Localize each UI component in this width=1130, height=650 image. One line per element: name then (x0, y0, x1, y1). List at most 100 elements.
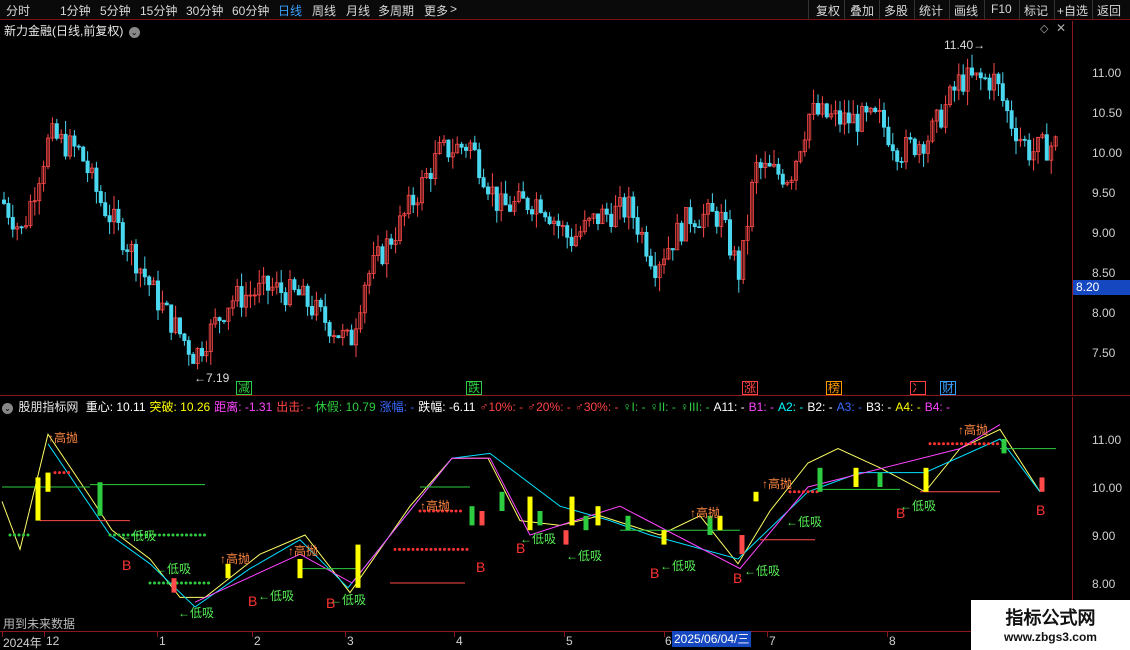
candle-body (459, 143, 464, 148)
candle-body (186, 340, 191, 355)
candle-body (736, 250, 741, 280)
candle-body (239, 286, 244, 308)
candle-body (164, 302, 169, 306)
low-buy-label: ←低吸 (786, 515, 822, 529)
ind-y-tick: 9.00 (1092, 529, 1116, 543)
future-data-note: 用到未来数据 (3, 617, 76, 631)
signal-dot (153, 581, 156, 585)
indicator-name[interactable]: 股朋指标网 (18, 400, 78, 414)
candle-body (494, 186, 499, 211)
candle-body (336, 335, 341, 339)
signal-dot (793, 490, 796, 494)
signal-dot (26, 533, 30, 537)
signal-dot (806, 490, 810, 494)
candle-body (565, 225, 570, 238)
signal-dot (973, 442, 977, 446)
candle-body (2, 199, 7, 204)
indicator-field: A2: - (777, 400, 804, 414)
indicator-bar (97, 482, 103, 516)
signal-dot (58, 471, 61, 475)
candle-body (780, 173, 785, 185)
chevron-down-icon[interactable]: ⌄ (2, 403, 13, 414)
candle-body (54, 123, 59, 139)
low-buy-label: ←低吸 (330, 593, 366, 607)
signal-dot (942, 442, 945, 446)
candle-body (169, 304, 174, 333)
signal-dot (398, 547, 401, 551)
candle-body (653, 265, 658, 279)
candle-body (120, 222, 125, 251)
low-buy-label: ←低吸 (155, 562, 191, 576)
signal-dot (157, 581, 161, 585)
signal-dot (62, 471, 66, 475)
signal-dot (184, 581, 188, 585)
signal-dot (108, 533, 112, 537)
signal-dot (113, 533, 116, 537)
indicator-field: 休假: 10.79 (314, 400, 376, 414)
indicator-field: ♀I: - (622, 400, 646, 414)
date-label: 7 (769, 634, 776, 648)
candle-body (543, 212, 548, 218)
candle-body (697, 226, 702, 229)
chart-canvas[interactable]: ↑高抛 ↑高抛 ↑高抛 ↑高抛 ↑高抛 ↑高抛 ↑高抛 ←低吸 ←低吸 ←低吸 ←低吸 ←低吸 ←低吸 ←… (0, 0, 1072, 630)
candle-body (846, 112, 851, 124)
candle-body (569, 236, 574, 246)
candle-body (604, 208, 609, 215)
date-label: 8 (889, 634, 896, 648)
signal-dot (960, 442, 963, 446)
candle-body (952, 86, 957, 91)
y-tick: 8.00 (1092, 306, 1116, 320)
candle-body (133, 243, 138, 274)
indicator-field: 重心: 10.11 (85, 400, 146, 414)
news-tag-rise[interactable]: 涨 (742, 381, 759, 395)
indicator-bar (469, 506, 475, 526)
watermark-title: 指标公式网 (1005, 608, 1096, 628)
high-sell-label: ↑高抛 (420, 498, 450, 513)
signal-dot (447, 547, 451, 551)
signal-dot (443, 547, 446, 551)
signal-dot (420, 547, 424, 551)
buy-signal: B (122, 557, 131, 573)
candle-body (939, 109, 944, 128)
ind-y-tick: 11.00 (1092, 433, 1122, 447)
candle-body (107, 215, 112, 223)
current-price-tag: 8.20 (1073, 280, 1130, 295)
y-tick: 8.50 (1092, 266, 1116, 280)
candle-body (309, 306, 314, 316)
signal-dot (411, 547, 415, 551)
low-buy-label: ←低吸 (178, 606, 214, 620)
signal-dot (198, 533, 202, 537)
indicator-bar (1039, 477, 1045, 492)
y-tick: 11.00 (1092, 66, 1122, 80)
signal-dot (450, 509, 453, 513)
ind-y-tick: 10.00 (1092, 481, 1123, 495)
date-label: 2024年 (3, 636, 42, 650)
signal-dot (438, 547, 442, 551)
signal-dot (158, 533, 161, 537)
news-tag-reduce[interactable]: 减 (236, 381, 253, 395)
news-tag-note[interactable]: 冫 (910, 381, 927, 395)
candle-body (296, 289, 301, 296)
watermark: 指标公式网 www.zbgs3.com (971, 600, 1130, 650)
candle-body (411, 194, 416, 206)
news-tag-rank[interactable]: 榜 (826, 381, 843, 395)
high-sell-label: ↑高抛 (690, 505, 720, 520)
signal-dot (207, 581, 210, 585)
candle-body (631, 196, 636, 218)
candle-body (983, 77, 988, 80)
candle-body (838, 110, 843, 125)
signal-dot (416, 547, 419, 551)
signal-dot (8, 533, 12, 537)
back-button[interactable]: 返回 (1097, 2, 1121, 19)
news-tag-fall[interactable]: 跌 (466, 381, 483, 395)
indicator-bar (1001, 439, 1007, 454)
indicator-bar (739, 535, 745, 555)
candle-body (609, 213, 614, 227)
indicator-field: ♂30%: - (574, 400, 619, 414)
candle-body (635, 217, 640, 235)
news-tag-finance[interactable]: 财 (940, 381, 957, 395)
date-label: 12 (46, 634, 60, 648)
signal-dot (180, 581, 183, 585)
candle-body (525, 197, 530, 211)
indicator-field: A3: - (836, 400, 863, 414)
